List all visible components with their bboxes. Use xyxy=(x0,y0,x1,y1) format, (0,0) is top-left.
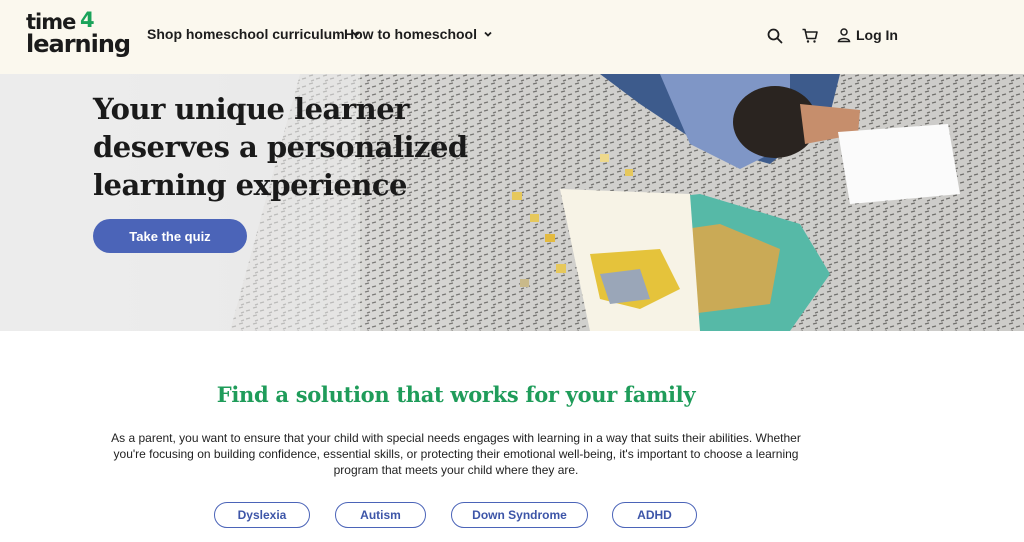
hero-title: Your unique learner deserves a personali… xyxy=(93,92,468,202)
section-title: Find a solution that works for your fami… xyxy=(216,382,696,407)
nav-shop-curriculum[interactable]: Shop homeschool curriculum xyxy=(147,26,361,42)
pill-dyslexia[interactable]: Dyslexia xyxy=(214,502,310,528)
login-link[interactable]: Log In xyxy=(836,27,898,43)
nav-how-to-homeschool[interactable]: How to homeschool xyxy=(344,26,493,42)
cart-icon[interactable] xyxy=(801,27,819,45)
time4learning-logo[interactable]: time 4 learning xyxy=(26,8,131,60)
nav-how-label: How to homeschool xyxy=(344,26,477,42)
pill-adhd[interactable]: ADHD xyxy=(612,502,697,528)
hero-banner: Your unique learner deserves a personali… xyxy=(0,74,1024,331)
login-label: Log In xyxy=(856,27,898,43)
logo-four: 4 xyxy=(80,8,95,32)
logo-line-2: learning xyxy=(26,30,131,58)
search-icon[interactable] xyxy=(766,27,784,45)
section-body: As a parent, you want to ensure that you… xyxy=(111,431,801,477)
pill-down-syndrome[interactable]: Down Syndrome xyxy=(451,502,588,528)
take-quiz-button[interactable]: Take the quiz xyxy=(93,219,247,253)
site-header: time 4 learning Shop homeschool curricul… xyxy=(0,0,1024,74)
chevron-down-icon xyxy=(484,31,492,37)
user-icon xyxy=(837,28,851,43)
nav-shop-label: Shop homeschool curriculum xyxy=(147,26,345,42)
pill-autism[interactable]: Autism xyxy=(335,502,426,528)
